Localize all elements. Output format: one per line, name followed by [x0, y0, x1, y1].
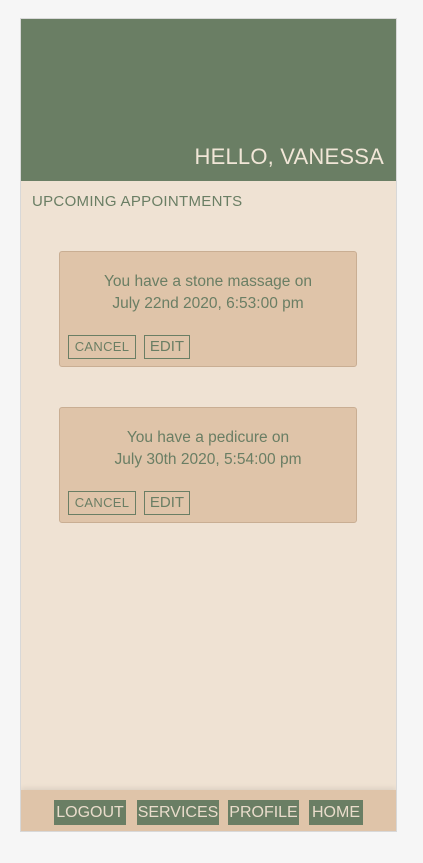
greeting-title: HELLO, VANESSA — [194, 144, 384, 169]
nav-services-button[interactable]: SERVICES — [137, 800, 219, 825]
appointment-card: You have a pedicure on July 30th 2020, 5… — [59, 407, 357, 523]
nav-home-button[interactable]: HOME — [309, 800, 363, 825]
cancel-button[interactable]: CANCEL — [68, 335, 136, 359]
appointment-text: You have a pedicure on July 30th 2020, 5… — [60, 427, 356, 471]
section-title: UPCOMING APPOINTMENTS — [32, 193, 243, 210]
appointment-service-line: You have a pedicure on — [126, 429, 290, 446]
appointment-service-line: You have a stone massage on — [104, 273, 312, 290]
edit-button[interactable]: EDIT — [144, 335, 190, 359]
nav-logout-button[interactable]: LOGOUT — [54, 800, 126, 825]
cancel-button[interactable]: CANCEL — [68, 491, 136, 515]
app-screen: HELLO, VANESSA UPCOMING APPOINTMENTS You… — [20, 18, 397, 832]
appointment-datetime-line: July 22nd 2020, 6:53:00 pm — [112, 295, 304, 312]
appointment-datetime-line: July 30th 2020, 5:54:00 pm — [114, 451, 302, 468]
bottom-nav-bar: LOGOUT SERVICES PROFILE HOME — [21, 790, 396, 831]
edit-button[interactable]: EDIT — [144, 491, 190, 515]
appointment-text: You have a stone massage on July 22nd 20… — [60, 271, 356, 315]
appointment-card: You have a stone massage on July 22nd 20… — [59, 251, 357, 367]
header-banner: HELLO, VANESSA — [21, 19, 396, 181]
nav-profile-button[interactable]: PROFILE — [228, 800, 299, 825]
